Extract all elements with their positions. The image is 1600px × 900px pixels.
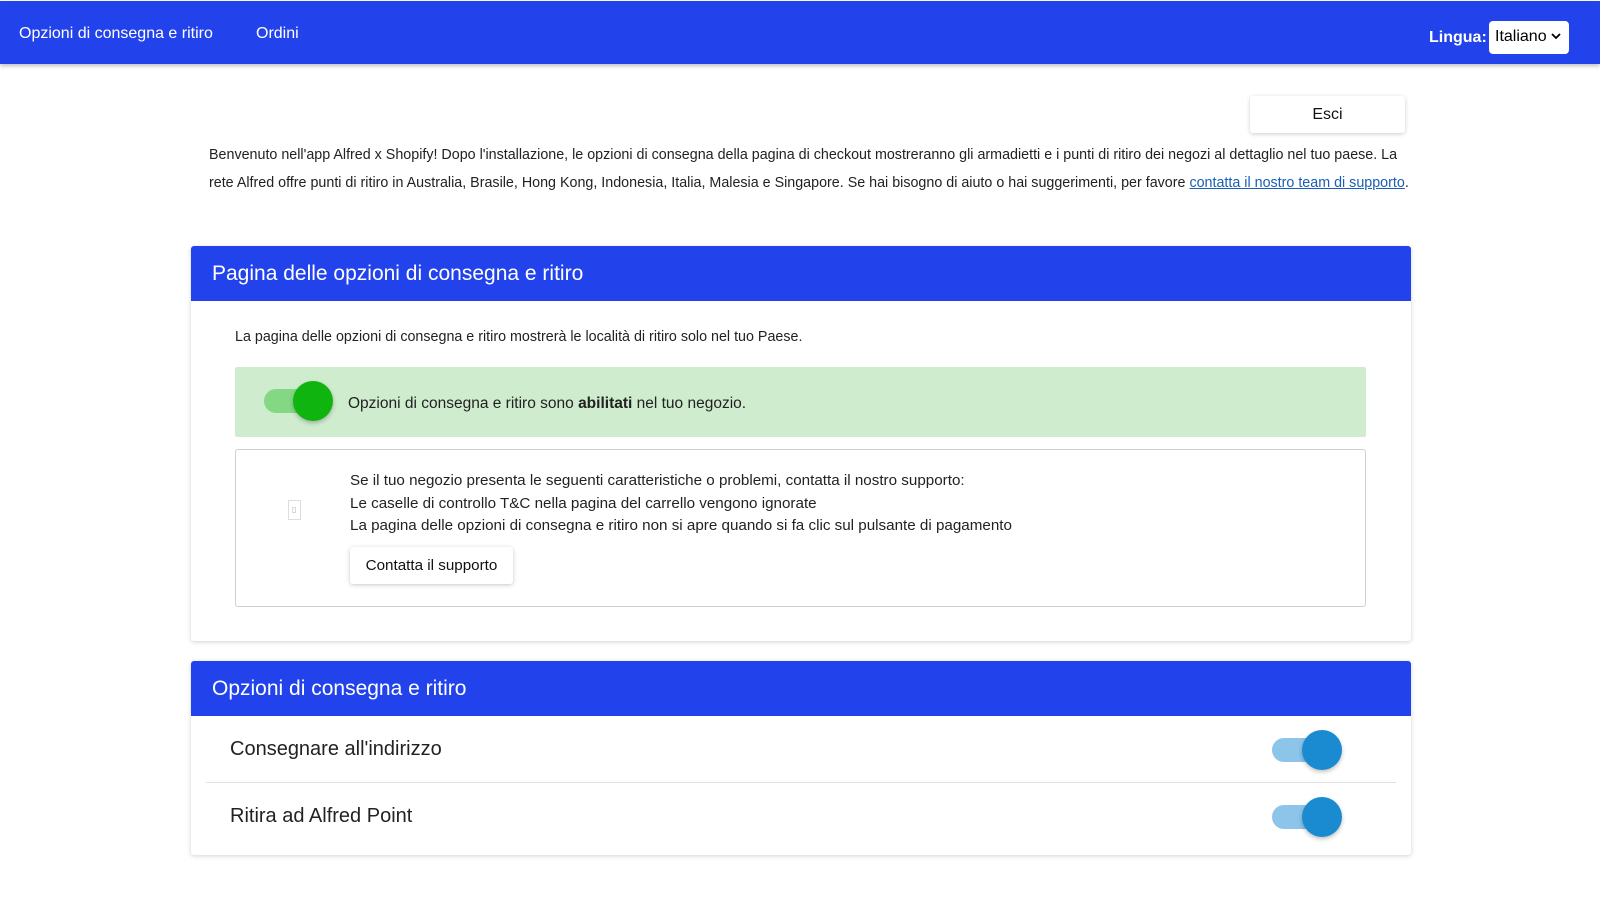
chevron-down-icon	[1551, 33, 1561, 40]
status-banner: Opzioni di consegna e ritiro sono abilit…	[235, 367, 1366, 437]
home-delivery-toggle[interactable]	[1272, 730, 1342, 770]
known-issues-text: Se il tuo negozio presenta le seguenti c…	[350, 470, 1012, 538]
contact-support-link[interactable]: contatta il nostro team di supporto	[1189, 175, 1404, 191]
option-label: Consegnare all'indirizzo	[230, 738, 442, 760]
delivery-page-card: Pagina delle opzioni di consegna e ritir…	[191, 246, 1411, 641]
known-issue-item: Le caselle di controllo T&C nella pagina…	[350, 494, 817, 512]
toggle-knob	[1302, 730, 1342, 770]
option-label: Ritira ad Alfred Point	[230, 805, 413, 827]
intro-text: Benvenuto nell'app Alfred x Shopify! Dop…	[209, 141, 1409, 197]
known-issues-box: ▯ Se il tuo negozio presenta le seguenti…	[235, 449, 1366, 607]
language-select-value: Italiano	[1495, 28, 1547, 45]
logout-button[interactable]: Esci	[1250, 96, 1405, 133]
delivery-options-card: Opzioni di consegna e ritiro Consegnare …	[191, 661, 1411, 855]
nav-item-orders[interactable]: Ordini	[256, 25, 299, 43]
intro-text-end: .	[1404, 175, 1409, 191]
alfred-point-toggle[interactable]	[1272, 797, 1342, 837]
option-row-home-delivery: Consegnare all'indirizzo	[206, 716, 1396, 783]
toggle-knob	[1302, 797, 1342, 837]
status-text-suffix: nel tuo negozio.	[632, 395, 747, 412]
language-label: Lingua:	[1429, 29, 1487, 46]
status-text-strong: abilitati	[578, 395, 633, 412]
delivery-page-card-title: Pagina delle opzioni di consegna e ritir…	[191, 246, 1411, 301]
option-row-alfred-point: Ritira ad Alfred Point	[206, 783, 1396, 850]
status-text-prefix: Opzioni di consegna e ritiro sono	[348, 395, 579, 412]
top-navigation-bar: Opzioni di consegna e ritiro Ordini Ling…	[0, 1, 1600, 64]
language-select[interactable]: Italiano	[1489, 21, 1569, 54]
info-icon: ▯	[288, 500, 301, 520]
nav-item-delivery-options[interactable]: Opzioni di consegna e ritiro	[19, 25, 213, 43]
delivery-page-description: La pagina delle opzioni di consegna e ri…	[235, 329, 803, 345]
status-text: Opzioni di consegna e ritiro sono abilit…	[348, 395, 746, 413]
known-issue-item: La pagina delle opzioni di consegna e ri…	[350, 517, 1012, 534]
delivery-page-toggle[interactable]	[264, 381, 334, 421]
contact-support-button[interactable]: Contatta il supporto	[350, 547, 513, 584]
toggle-knob	[293, 381, 333, 421]
delivery-options-card-title: Opzioni di consegna e ritiro	[191, 661, 1411, 716]
known-issues-intro: Se il tuo negozio presenta le seguenti c…	[350, 472, 965, 489]
